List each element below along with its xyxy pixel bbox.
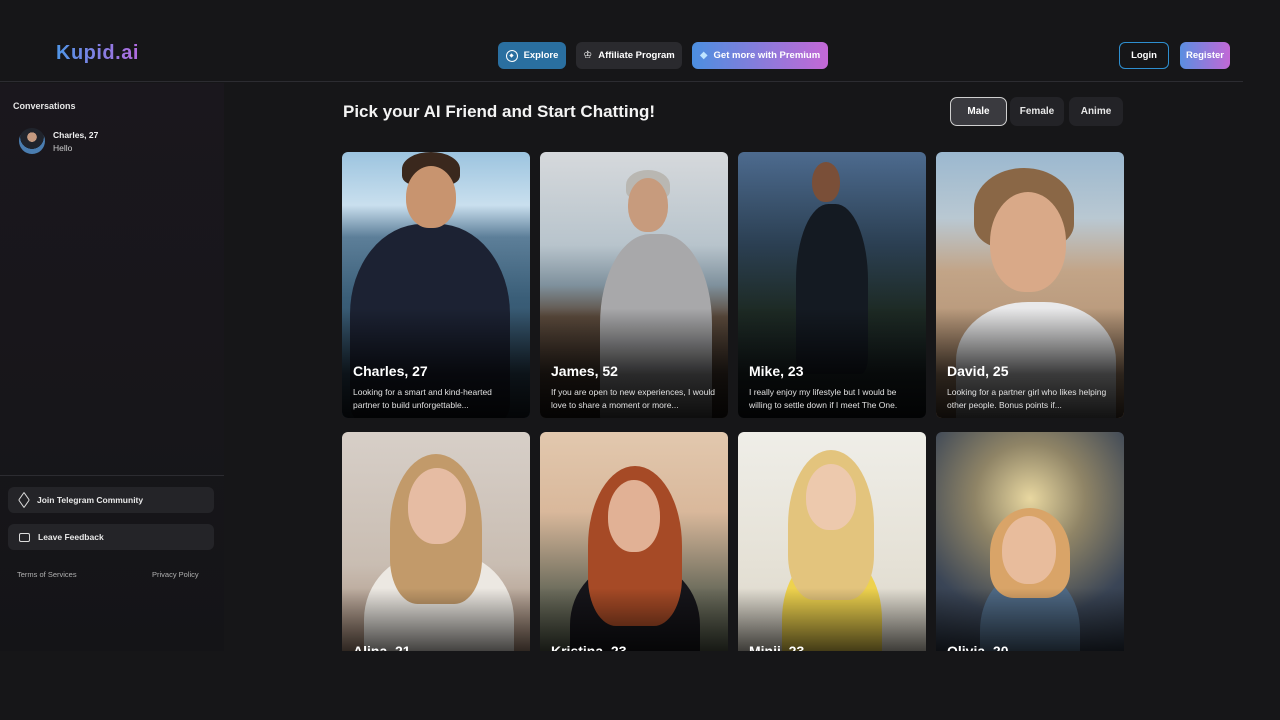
join-telegram-button[interactable]: Join Telegram Community (8, 487, 214, 513)
character-card[interactable]: Charles, 27 Looking for a smart and kind… (342, 152, 530, 418)
privacy-link[interactable]: Privacy Policy (152, 570, 199, 579)
character-card[interactable]: David, 25 Looking for a partner girl who… (936, 152, 1124, 418)
filter-anime[interactable]: Anime (1069, 97, 1123, 126)
sidebar: Conversations Charles, 27 Hello Join Tel… (0, 83, 224, 651)
diamond-icon: ◆ (699, 50, 708, 61)
filter-male[interactable]: Male (950, 97, 1007, 126)
telegram-icon (18, 491, 30, 509)
login-button[interactable]: Login (1119, 42, 1169, 69)
character-card[interactable]: Mike, 23 I really enjoy my lifestyle but… (738, 152, 926, 418)
character-description: Looking for a smart and kind-hearted par… (353, 387, 492, 410)
bottom-letterbox (0, 651, 1280, 720)
app-window: Kupid.ai Explore ♔ Affiliate Program ◆ G… (0, 0, 1280, 651)
conversation-last-message: Hello (53, 142, 73, 153)
page-title: Pick your AI Friend and Start Chatting! (343, 102, 656, 121)
character-description: Looking for a partner girl who likes hel… (947, 387, 1107, 410)
character-name: David, 25 (947, 363, 1009, 379)
character-card[interactable]: James, 52 If you are open to new experie… (540, 152, 728, 418)
explore-label: Explore (523, 50, 559, 61)
affiliate-program-button[interactable]: ♔ Affiliate Program (576, 42, 682, 69)
sidebar-divider (0, 475, 224, 476)
terms-link[interactable]: Terms of Services (17, 570, 77, 579)
character-description: If you are open to new experiences, I wo… (551, 387, 715, 410)
premium-button[interactable]: ◆ Get more with Premium (692, 42, 828, 69)
explore-button[interactable]: Explore (498, 42, 566, 69)
avatar (19, 128, 45, 154)
feedback-label: Leave Feedback (38, 532, 104, 542)
character-name: Kristina, 23 (551, 643, 627, 651)
character-description: I really enjoy my lifestyle but I would … (749, 387, 898, 410)
register-button[interactable]: Register (1180, 42, 1230, 69)
character-card[interactable]: Olivia, 20 (936, 432, 1124, 651)
conversations-title: Conversations (13, 101, 76, 111)
character-name: Mike, 23 (749, 363, 804, 379)
character-card[interactable]: Alina, 21 (342, 432, 530, 651)
conversation-name: Charles, 27 (53, 129, 99, 140)
telegram-label: Join Telegram Community (37, 495, 144, 505)
premium-label: Get more with Premium (713, 50, 821, 61)
character-card[interactable]: Kristina, 23 (540, 432, 728, 651)
character-name: Charles, 27 (353, 363, 428, 379)
leave-feedback-button[interactable]: Leave Feedback (8, 524, 214, 550)
logo[interactable]: Kupid.ai (56, 42, 139, 65)
card-shade (342, 588, 530, 651)
card-shade (738, 588, 926, 651)
crown-icon: ♔ (583, 50, 593, 61)
character-card[interactable]: Minji, 23 (738, 432, 926, 651)
conversation-item[interactable]: Charles, 27 Hello (19, 126, 209, 156)
top-header: Kupid.ai Explore ♔ Affiliate Program ◆ G… (0, 0, 1243, 82)
compass-icon (505, 49, 518, 62)
card-shade (540, 588, 728, 651)
filter-female[interactable]: Female (1010, 97, 1064, 126)
card-shade (936, 588, 1124, 651)
chat-icon (19, 532, 30, 542)
character-name: Olivia, 20 (947, 643, 1009, 651)
character-name: Minji, 23 (749, 643, 805, 651)
affiliate-label: Affiliate Program (598, 50, 675, 61)
character-name: Alina, 21 (353, 643, 411, 651)
character-name: James, 52 (551, 363, 618, 379)
